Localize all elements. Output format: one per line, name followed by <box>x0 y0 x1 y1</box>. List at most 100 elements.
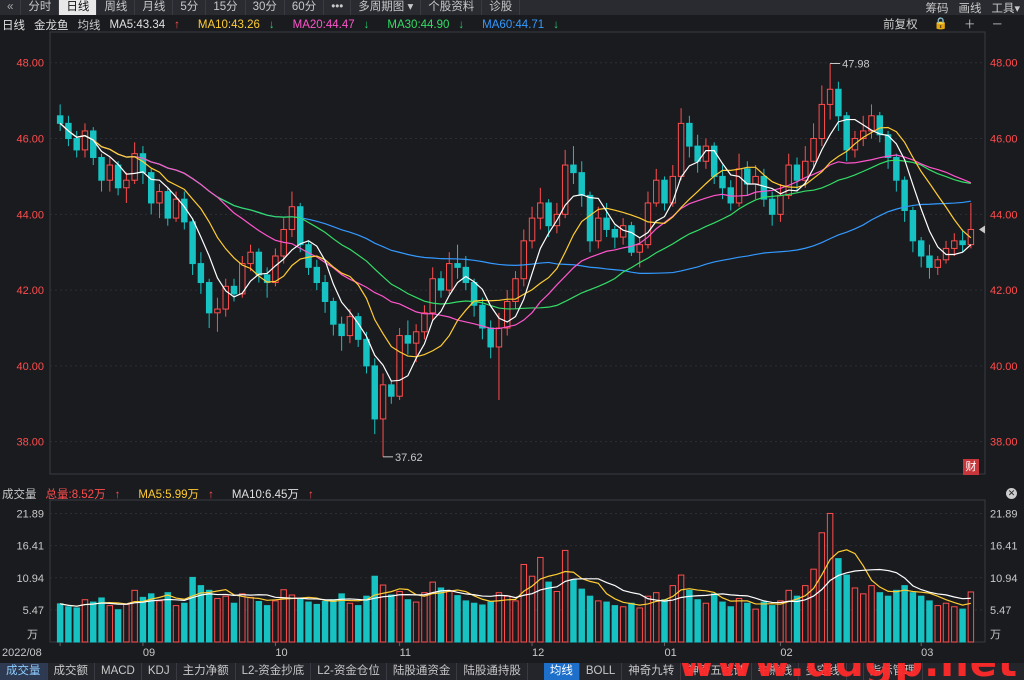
volume-bar <box>868 585 875 643</box>
volume-ma5: MA5:5.99万 ↑ <box>138 486 222 502</box>
volume-bar <box>214 598 221 643</box>
volume-unit-left: 万 <box>27 629 38 641</box>
candle-body <box>528 217 536 242</box>
high-price-label: 47.98 <box>842 58 870 70</box>
volume-bar <box>744 602 751 643</box>
candle-body <box>628 225 635 253</box>
volume-bar <box>876 592 884 643</box>
tab-main-net[interactable]: 主力净额 <box>177 663 236 680</box>
candle-body <box>735 168 743 204</box>
volume-bar <box>909 592 917 643</box>
tab-boll[interactable]: BOLL <box>580 663 623 680</box>
candle-body <box>595 217 602 242</box>
date-label: 01 <box>665 647 677 659</box>
candle-body <box>437 278 445 291</box>
tab-volume[interactable]: 成交量 <box>0 663 48 680</box>
volume-axis-label-left: 16.41 <box>16 541 44 553</box>
arrow-up-icon: ↑ <box>307 488 314 501</box>
tab-l2-position[interactable]: L2-资金仓位 <box>311 663 387 680</box>
date-label: 11 <box>400 647 411 659</box>
candle-body <box>611 228 619 238</box>
volume-axis-label-right: 10.94 <box>990 573 1018 585</box>
tab-hk-connect-fund[interactable]: 陆股通资金 <box>387 663 458 680</box>
tab-hk-connect-hold[interactable]: 陆股通持股 <box>457 663 528 680</box>
volume-bar <box>429 581 436 643</box>
volume-bar <box>288 594 296 643</box>
volume-bar <box>65 606 72 643</box>
volume-total: 总量:8.52万 ↑ <box>46 486 130 502</box>
date-label: 02 <box>780 647 792 659</box>
candle-body <box>189 221 196 265</box>
volume-bar <box>520 563 528 643</box>
volume-bar <box>396 590 403 643</box>
candle-body <box>909 210 917 242</box>
volume-bar <box>98 597 105 643</box>
volume-bar <box>330 599 337 643</box>
volume-axis-label-left: 5.47 <box>23 605 44 617</box>
volume-total-text: 总量:8.52万 <box>45 488 106 501</box>
volume-bar <box>702 602 710 643</box>
candle-body <box>719 175 726 189</box>
volume-bar <box>951 606 958 643</box>
volume-bar <box>388 594 395 643</box>
volume-bar <box>719 601 726 643</box>
price-axis-label-right: 48.00 <box>990 58 1018 70</box>
ma10-line <box>59 122 972 358</box>
volume-bar <box>942 602 950 643</box>
volume-bar <box>479 604 486 643</box>
volume-bar <box>545 581 552 643</box>
date-label: 2022/08 <box>2 647 42 659</box>
volume-bar <box>851 587 859 643</box>
candle-body <box>537 202 544 219</box>
candle-body <box>603 217 610 230</box>
finance-badge[interactable]: 财 <box>963 459 979 475</box>
candle-body <box>412 331 420 344</box>
volume-bar <box>611 605 619 643</box>
volume-bar <box>727 606 734 643</box>
watermark: www.ddgp.net <box>678 663 1018 680</box>
volume-bar <box>710 593 718 643</box>
volume-bar <box>222 595 229 643</box>
candle-body <box>421 312 428 333</box>
volume-bar <box>901 585 908 643</box>
candle-body <box>388 384 395 397</box>
volume-axis-label-left: 21.89 <box>16 508 44 520</box>
volume-bar <box>793 595 801 643</box>
volume-bar <box>81 599 89 643</box>
tab-kdj[interactable]: KDJ <box>142 663 177 680</box>
volume-bar <box>677 574 685 643</box>
candle-body <box>760 175 768 200</box>
close-icon[interactable]: ✕ <box>1006 488 1017 499</box>
volume-bar <box>628 602 635 643</box>
volume-bar <box>570 579 577 643</box>
volume-bar <box>760 601 768 643</box>
volume-axis-label-right: 5.47 <box>990 605 1011 617</box>
volume-bar <box>172 605 180 643</box>
tab-l2-bottom[interactable]: L2-资金抄底 <box>236 663 312 680</box>
candle-body <box>313 266 321 284</box>
candle-body <box>653 179 660 204</box>
volume-bar <box>561 549 569 643</box>
candle-body <box>951 240 958 249</box>
candle-body <box>669 175 677 204</box>
candle-body <box>835 88 842 117</box>
arrow-up-icon: ↑ <box>208 488 214 501</box>
volume-bar <box>487 601 494 643</box>
volume-ma10-text: MA10:6.45万 <box>231 488 299 501</box>
volume-axis-label-right: 21.89 <box>990 508 1018 520</box>
tab-macd[interactable]: MACD <box>95 663 142 680</box>
tab-turnover[interactable]: 成交额 <box>48 663 95 680</box>
low-price-label: 37.62 <box>395 452 423 464</box>
tab-magic-nine[interactable]: 神奇九转 <box>622 663 682 680</box>
price-axis-label-right: 44.00 <box>990 209 1018 221</box>
candle-body <box>172 198 180 219</box>
volume-bar <box>884 595 892 643</box>
candle-body <box>338 323 345 337</box>
candle-body <box>777 194 784 215</box>
tab-ma[interactable]: 均线 <box>543 663 580 680</box>
volume-bar <box>777 600 784 643</box>
kline-chart[interactable]: 48.00 48.00 46.00 46.00 44.00 44.00 42.00 42.00… <box>0 0 1024 662</box>
volume-bar <box>205 589 213 643</box>
volume-bar <box>247 596 254 643</box>
volume-bar <box>669 585 677 643</box>
